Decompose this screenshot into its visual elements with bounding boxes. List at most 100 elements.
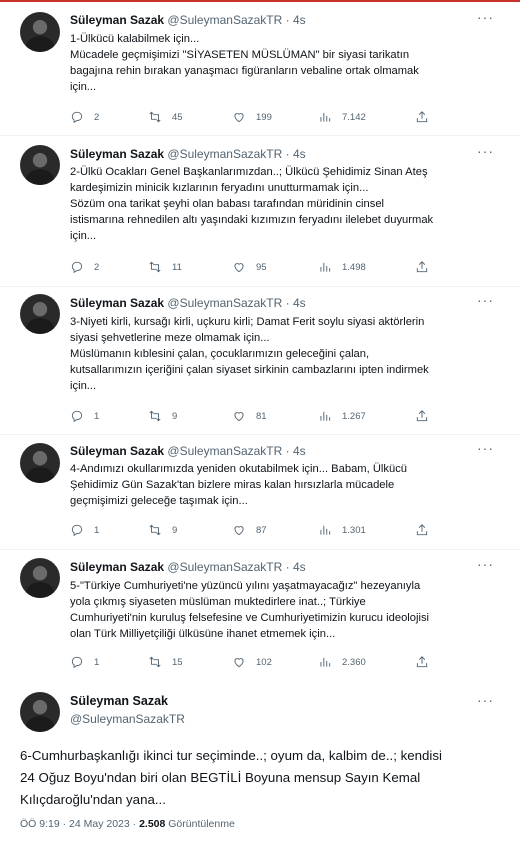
views-button[interactable]: 1.498 [318,260,366,274]
like-button[interactable]: 199 [232,110,272,124]
views-icon [318,655,332,669]
like-button[interactable]: 87 [232,523,267,537]
tweet-meta: ÖÖ 9:19 · 24 May 2023 · 2.508 Görüntülen… [20,818,235,830]
more-icon[interactable]: ··· [477,292,494,308]
avatar[interactable] [20,145,60,185]
heart-icon [232,260,246,274]
author-handle[interactable]: @SuleymanSazakTR [167,444,282,458]
avatar[interactable] [20,443,60,483]
views-button[interactable]: 7.142 [318,110,366,124]
tweet-header: Süleyman Sazak @SuleymanSazakTR · 4s [70,560,306,574]
share-button[interactable] [415,260,429,274]
heart-icon [232,110,246,124]
share-button[interactable] [415,110,429,124]
like-button[interactable]: 95 [232,260,267,274]
avatar[interactable] [20,294,60,334]
author-handle[interactable]: @SuleymanSazakTR [167,560,282,574]
share-button[interactable] [415,409,429,423]
tweet-5[interactable]: Süleyman Sazak @SuleymanSazakTR · 4s ···… [0,550,520,680]
retweet-button[interactable]: 9 [148,523,177,537]
heart-icon [232,523,246,537]
tweet-time[interactable]: 4s [293,296,306,310]
views-icon [318,409,332,423]
tweet-3[interactable]: Süleyman Sazak @SuleymanSazakTR · 4s ···… [0,287,520,434]
more-icon[interactable]: ··· [477,556,494,572]
author-handle[interactable]: @SuleymanSazakTR [167,147,282,161]
timestamp[interactable]: ÖÖ 9:19 · 24 May 2023 · [20,818,139,830]
like-button[interactable]: 81 [232,409,267,423]
tweet-text: 3-Niyeti kirli, kursağı kirli, uçkuru ki… [70,316,429,392]
tweet-text: 1-Ülkücü kalabilmek için... Mücadele geçm… [70,33,419,93]
more-icon[interactable]: ··· [477,143,494,159]
tweet-actions: 2 45 199 7.142 [70,110,450,128]
reply-icon [70,110,84,124]
reply-icon [70,260,84,274]
share-icon [415,110,429,124]
reply-button[interactable]: 1 [70,409,99,423]
main-author-name[interactable]: Süleyman Sazak [70,694,168,708]
retweet-icon [148,523,162,537]
author-name[interactable]: Süleyman Sazak [70,147,164,161]
views-button[interactable]: 1.301 [318,523,366,537]
tweet-actions: 1 15 102 2.360 [70,655,450,673]
share-button[interactable] [415,523,429,537]
tweet-2[interactable]: Süleyman Sazak @SuleymanSazakTR · 4s ···… [0,136,520,286]
tweet-time[interactable]: 4s [293,444,306,458]
tweet-time[interactable]: 4s [293,147,306,161]
views-icon [318,523,332,537]
retweet-icon [148,260,162,274]
retweet-button[interactable]: 11 [148,260,182,274]
reply-icon [70,655,84,669]
views-button[interactable]: 1.267 [318,409,366,423]
retweet-button[interactable]: 15 [148,655,183,669]
avatar[interactable] [20,692,60,732]
tweet-4[interactable]: Süleyman Sazak @SuleymanSazakTR · 4s ···… [0,435,520,549]
more-icon[interactable]: ··· [477,9,494,25]
author-handle[interactable]: @SuleymanSazakTR [167,296,282,310]
author-name[interactable]: Süleyman Sazak [70,296,164,310]
tweet-header: Süleyman Sazak @SuleymanSazakTR · 4s [70,13,306,27]
tweet-time[interactable]: 4s [293,13,306,27]
tweet-1[interactable]: Süleyman Sazak @SuleymanSazakTR · 4s ···… [0,0,520,135]
share-icon [415,523,429,537]
retweet-icon [148,409,162,423]
author-name[interactable]: Süleyman Sazak [70,444,164,458]
reply-icon [70,409,84,423]
author-name[interactable]: Süleyman Sazak [70,560,164,574]
tweet-time[interactable]: 4s [293,560,306,574]
views-button[interactable]: 2.360 [318,655,366,669]
reply-button[interactable]: 2 [70,260,99,274]
more-icon[interactable]: ··· [477,440,494,456]
heart-icon [232,655,246,669]
share-button[interactable] [415,655,429,669]
share-icon [415,655,429,669]
reply-button[interactable]: 2 [70,110,99,124]
share-icon [415,409,429,423]
reply-icon [70,523,84,537]
retweet-icon [148,655,162,669]
view-label: Görüntülenme [165,818,235,830]
main-author-handle[interactable]: @SuleymanSazakTR [70,712,185,726]
tweet-header: Süleyman Sazak @SuleymanSazakTR · 4s [70,296,306,310]
like-button[interactable]: 102 [232,655,272,669]
tweet-text: 4-Andımızı okullarımızda yeniden okutabi… [70,463,408,507]
avatar[interactable] [20,12,60,52]
retweet-button[interactable]: 9 [148,409,177,423]
views-icon [318,110,332,124]
tweet-header: Süleyman Sazak @SuleymanSazakTR · 4s [70,444,306,458]
tweet-actions: 1 9 81 1.267 [70,409,450,427]
retweet-button[interactable]: 45 [148,110,183,124]
tweet-text: 2-Ülkü Ocakları Genel Başkanlarımızdan..… [70,166,434,242]
tweet-header: Süleyman Sazak @SuleymanSazakTR · 4s [70,147,306,161]
author-name[interactable]: Süleyman Sazak [70,13,164,27]
share-icon [415,260,429,274]
avatar[interactable] [20,558,60,598]
heart-icon [232,409,246,423]
tweet-text: 5-"Türkiye Cumhuriyeti'ne yüzüncü yılını… [70,580,430,640]
main-tweet-text: 6-Cumhurbaşkanlığı ikinci tur seçiminde.… [20,748,442,807]
reply-button[interactable]: 1 [70,655,99,669]
reply-button[interactable]: 1 [70,523,99,537]
retweet-icon [148,110,162,124]
more-icon[interactable]: ··· [477,692,494,708]
author-handle[interactable]: @SuleymanSazakTR [167,13,282,27]
